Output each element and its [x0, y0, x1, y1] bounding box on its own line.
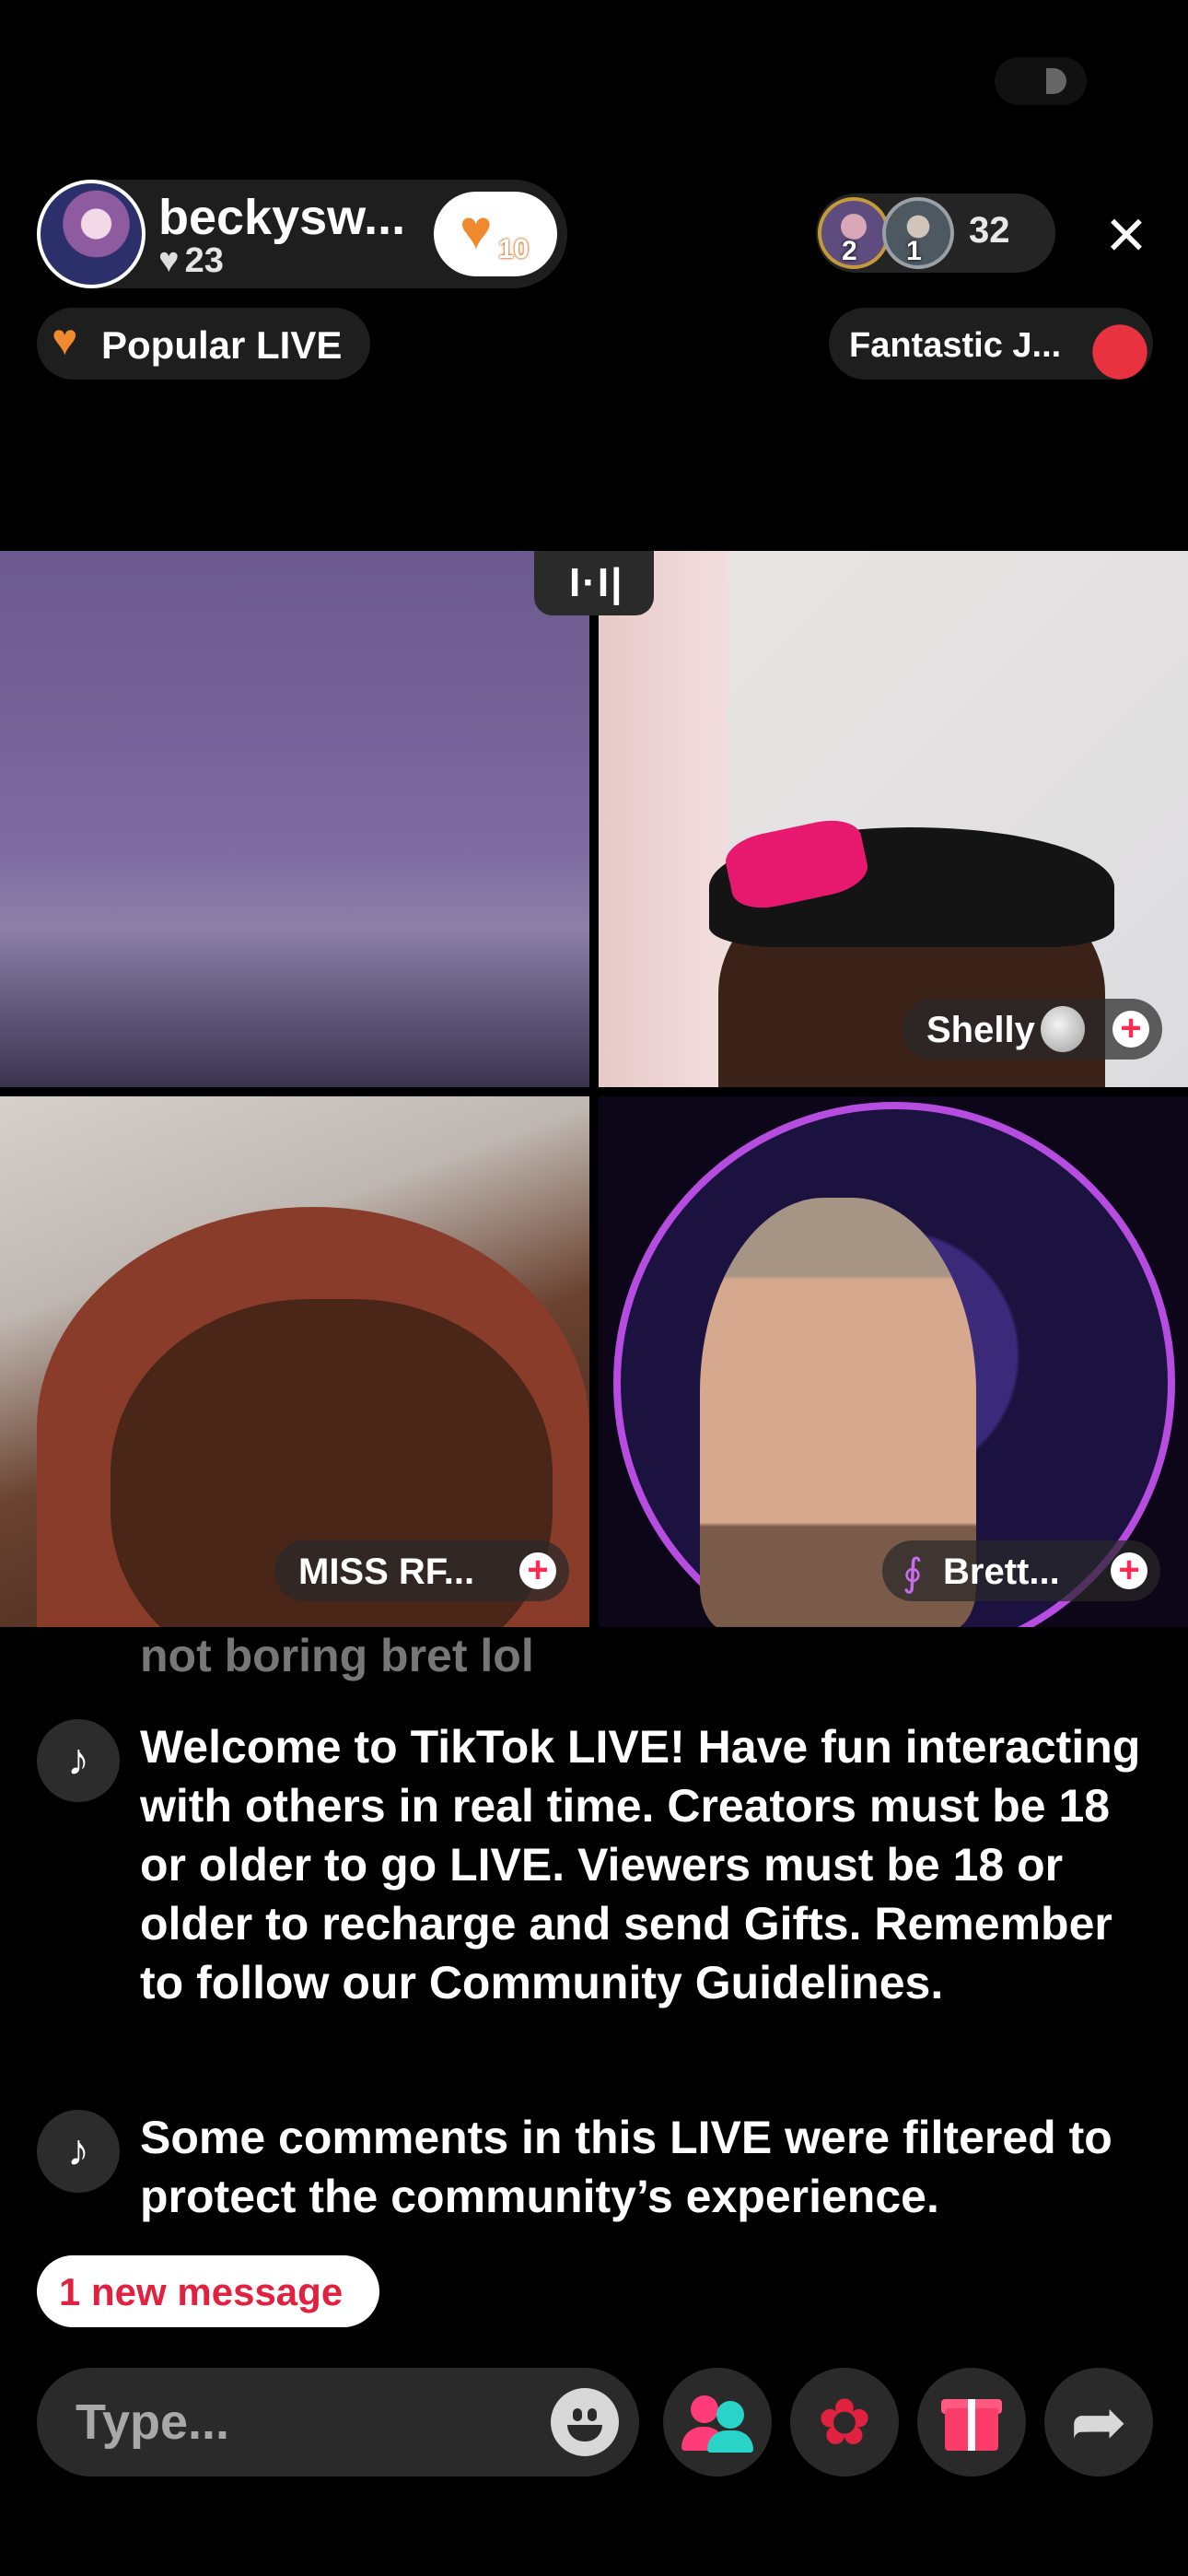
- popular-live-label: Popular LIVE: [101, 323, 343, 367]
- layout-toggle-button[interactable]: I·I|: [534, 551, 654, 615]
- viewer-rank-badge: 1: [906, 236, 922, 266]
- person-icon: [691, 2395, 718, 2423]
- host-likes-count: 23: [184, 241, 224, 280]
- heart-icon: ♥: [460, 199, 493, 261]
- follow-plus-icon[interactable]: +: [519, 1551, 556, 1589]
- gift-icon: [1079, 308, 1153, 381]
- tiktok-icon: ♪: [37, 1719, 120, 1802]
- comment-input[interactable]: [37, 2368, 639, 2476]
- new-message-button[interactable]: 1 new message: [37, 2255, 379, 2327]
- fantastic-label: Fantastic J...: [849, 326, 1062, 365]
- guest-name-tag[interactable]: ∮ Brett... +: [882, 1540, 1160, 1601]
- fantastic-badge[interactable]: Fantastic J...: [829, 308, 1153, 381]
- guest-name: Shelly: [926, 1010, 1035, 1050]
- guest-name-tag[interactable]: MISS RF... +: [274, 1540, 569, 1601]
- guest-name: Brett...: [943, 1551, 1060, 1592]
- shell-icon: [1041, 1006, 1085, 1052]
- close-icon[interactable]: ×: [1094, 200, 1159, 270]
- guest-name-tag[interactable]: Shelly +: [903, 999, 1162, 1060]
- tiktok-icon: ♪: [37, 2110, 120, 2193]
- gift-button[interactable]: [917, 2368, 1026, 2476]
- guest-video-tile[interactable]: [0, 551, 589, 1087]
- guest-name: MISS RF...: [298, 1551, 475, 1592]
- new-message-label: 1 new message: [59, 2270, 344, 2313]
- video-background: [599, 551, 728, 1087]
- request-to-join-button[interactable]: [663, 2368, 772, 2476]
- share-icon: ➦: [1069, 2383, 1127, 2460]
- gift-icon: [968, 2399, 975, 2451]
- viewer-count[interactable]: 32: [969, 210, 1010, 252]
- system-message: Welcome to TikTok LIVE! Have fun interac…: [140, 1721, 1141, 2008]
- viewer-rank-badge: 2: [842, 236, 857, 266]
- grid-divider: [589, 551, 599, 1627]
- chat-message-faded: not boring bret lol: [140, 1630, 534, 1681]
- rose-gift-button[interactable]: ✿: [790, 2368, 899, 2476]
- fan-club-level: 10: [498, 234, 530, 264]
- follow-plus-icon[interactable]: +: [1111, 1551, 1147, 1589]
- dynamic-island: [995, 57, 1087, 105]
- heart-icon: ♥: [158, 241, 180, 280]
- popular-live-badge[interactable]: ♥ Popular LIVE: [37, 308, 370, 380]
- dna-icon: ∮: [903, 1551, 923, 1594]
- share-button[interactable]: ➦: [1044, 2368, 1153, 2476]
- emoji-eye: [573, 2408, 582, 2421]
- follow-plus-icon[interactable]: +: [1112, 1010, 1149, 1048]
- emoji-eye: [588, 2408, 597, 2421]
- camera-dot: [1046, 68, 1066, 94]
- host-likes: ♥ 23: [158, 241, 224, 281]
- host-name: beckysw...: [158, 190, 406, 245]
- person-icon: [716, 2401, 744, 2429]
- person-icon: [707, 2430, 753, 2453]
- fan-club-button[interactable]: ♥ 10: [434, 192, 557, 276]
- system-message: Some comments in this LIVE were filtered…: [140, 2112, 1112, 2222]
- layout-icon: I·I|: [569, 560, 624, 605]
- emoji-icon[interactable]: [551, 2388, 619, 2456]
- emoji-mouth: [567, 2425, 602, 2441]
- host-avatar[interactable]: [37, 180, 146, 288]
- rose-icon: ✿: [817, 2386, 872, 2458]
- heart-icon: ♥: [52, 316, 78, 365]
